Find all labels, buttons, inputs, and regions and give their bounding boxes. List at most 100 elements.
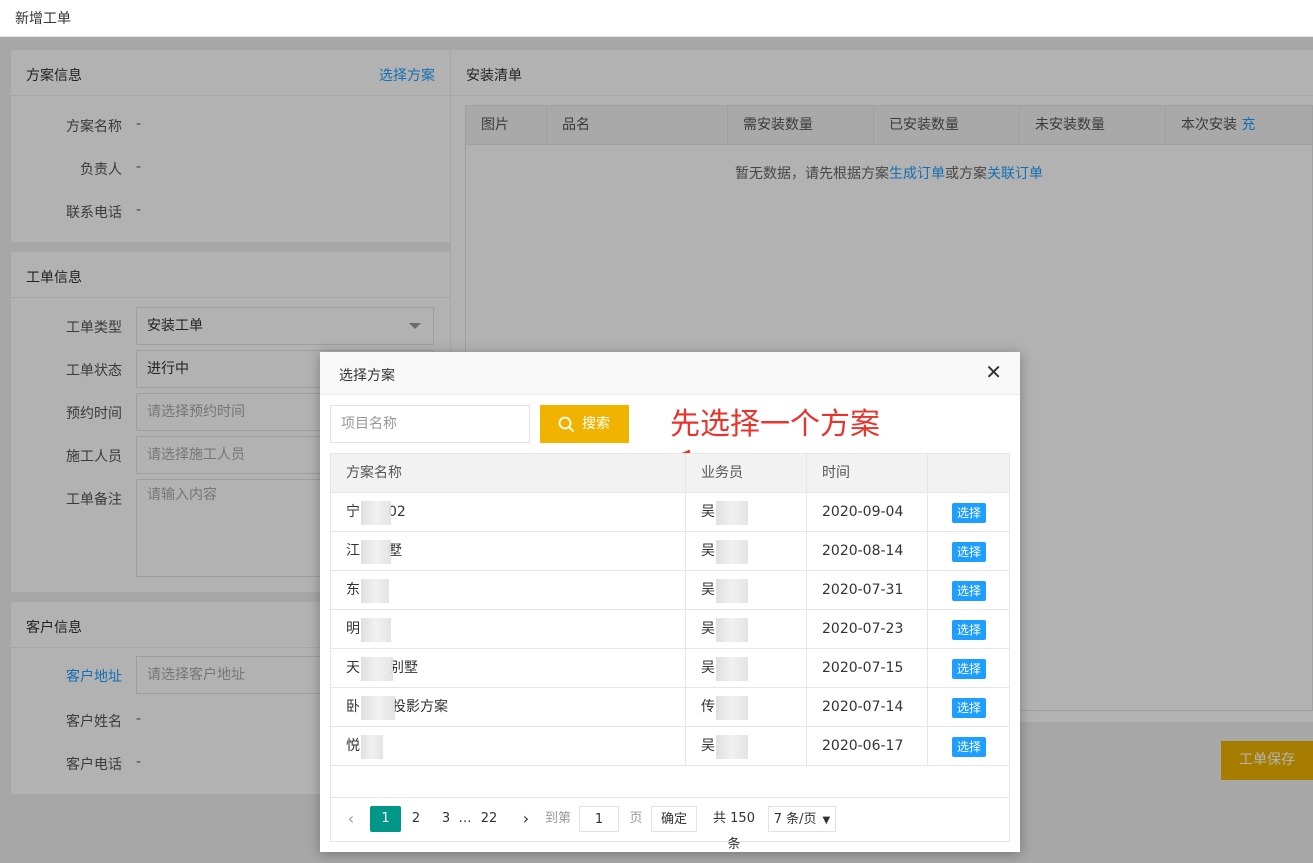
table-filler	[330, 766, 1010, 798]
redaction-blur	[361, 735, 383, 759]
action-cell: 选择	[928, 571, 1009, 609]
plan-name-start: 东	[346, 582, 360, 598]
plan-name-start: 宁	[346, 504, 360, 520]
table-row: 悦 吴 2020-06-17 选择	[330, 727, 1010, 766]
per-page-select[interactable]: 7 条/页 ▼	[768, 806, 836, 832]
plan-name-start: 江	[346, 543, 360, 559]
select-plan-button[interactable]: 选择	[952, 620, 986, 640]
action-cell: 选择	[928, 532, 1009, 570]
redaction-blur	[716, 579, 748, 603]
goto-page-input[interactable]: 1	[579, 806, 619, 832]
salesperson-name: 吴	[701, 738, 715, 754]
redaction-blur	[361, 696, 395, 720]
select-plan-button[interactable]: 选择	[952, 503, 986, 523]
salesperson-name: 传	[701, 699, 715, 715]
redaction-blur	[361, 618, 391, 642]
salesperson-name: 吴	[701, 621, 715, 637]
salesperson-name: 吴	[701, 504, 715, 520]
col-time: 时间	[807, 454, 928, 493]
salesperson-cell: 吴	[686, 649, 807, 687]
plan-name-start: 明	[346, 621, 360, 637]
time-cell: 2020-07-15	[807, 649, 928, 687]
project-name-search-input[interactable]: 项目名称	[330, 405, 530, 443]
salesperson-cell: 吴	[686, 532, 807, 570]
col-action	[928, 454, 1009, 493]
goto-suffix: 页	[629, 811, 643, 826]
salesperson-name: 吴	[701, 543, 715, 559]
time-cell: 2020-06-17	[807, 727, 928, 765]
redaction-blur	[716, 735, 748, 759]
per-page-value: 7 条/页	[773, 812, 817, 827]
table-row: 明 吴 2020-07-23 选择	[330, 610, 1010, 649]
next-page-icon[interactable]: ›	[516, 806, 536, 832]
action-cell: 选择	[928, 688, 1009, 726]
redaction-blur	[361, 579, 389, 603]
plan-name-start: 悦	[346, 738, 360, 754]
table-row: 江墅吴 2020-08-14 选择	[330, 532, 1010, 571]
time-cell: 2020-07-31	[807, 571, 928, 609]
select-plan-button[interactable]: 选择	[952, 737, 986, 757]
redaction-blur	[716, 540, 748, 564]
plan-name-cell: 卧 投影方案	[331, 688, 686, 726]
page-1[interactable]: 1	[370, 806, 401, 832]
pagination: ‹ 1 2 3 … 22 › 到第 1 页 确定 共 150 条 7 条/页 ▼	[330, 797, 1010, 852]
page-3[interactable]: 3	[436, 806, 456, 832]
page-2[interactable]: 2	[406, 806, 426, 832]
annotation-text: 先选择一个方案	[670, 407, 880, 442]
time-cell: 2020-09-04	[807, 493, 928, 531]
search-icon	[558, 416, 575, 433]
redaction-blur	[361, 540, 391, 564]
plan-name-end: 投影方案	[392, 699, 448, 715]
search-button[interactable]: 搜索	[540, 405, 629, 443]
action-cell: 选择	[928, 649, 1009, 687]
col-plan-name: 方案名称	[331, 454, 686, 493]
plan-name-start: 卧	[346, 699, 360, 715]
modal-title: 选择方案	[339, 368, 395, 384]
table-row: 天 别墅 吴 2020-07-15 选择	[330, 649, 1010, 688]
redaction-blur	[716, 501, 748, 525]
redaction-blur	[716, 696, 748, 720]
select-plan-button[interactable]: 选择	[952, 542, 986, 562]
plan-name-end: 别墅	[390, 660, 418, 676]
select-plan-modal: 选择方案 ✕ 项目名称 搜索 先选择一个方案 方案名称 业务员 时间 宁 02 吴 2…	[320, 352, 1020, 852]
plan-name-cell: 东	[331, 571, 686, 609]
plan-name-cell: 明	[331, 610, 686, 648]
chevron-down-icon: ▼	[822, 815, 831, 826]
total-count: 共 150 条	[713, 811, 755, 852]
salesperson-cell: 吴	[686, 610, 807, 648]
plan-name-cell: 宁 02	[331, 493, 686, 531]
redaction-blur	[716, 618, 748, 642]
table-row: 卧 投影方案 传 2020-07-14 选择	[330, 688, 1010, 727]
goto-confirm-button[interactable]: 确定	[651, 806, 697, 832]
select-plan-button[interactable]: 选择	[952, 659, 986, 679]
plan-name-start: 天	[346, 660, 360, 676]
page-22[interactable]: 22	[477, 806, 501, 832]
salesperson-name: 吴	[701, 660, 715, 676]
select-plan-button[interactable]: 选择	[952, 581, 986, 601]
redaction-blur	[716, 657, 748, 681]
salesperson-cell: 吴	[686, 493, 807, 531]
time-cell: 2020-07-23	[807, 610, 928, 648]
select-plan-button[interactable]: 选择	[952, 698, 986, 718]
top-bar: 新增工单	[0, 0, 1313, 37]
redaction-blur	[361, 657, 393, 681]
salesperson-cell: 传	[686, 688, 807, 726]
page-ellipsis: …	[458, 811, 472, 826]
table-row: 宁 02 吴 2020-09-04 选择	[330, 493, 1010, 532]
action-cell: 选择	[928, 493, 1009, 531]
salesperson-cell: 吴	[686, 727, 807, 765]
salesperson-name: 吴	[701, 582, 715, 598]
redaction-blur	[361, 501, 391, 525]
table-row: 东 吴 2020-07-31 选择	[330, 571, 1010, 610]
prev-page-icon[interactable]: ‹	[341, 806, 361, 832]
col-salesperson: 业务员	[686, 454, 807, 493]
plan-table-header: 方案名称 业务员 时间	[330, 453, 1010, 493]
plan-name-cell: 江墅	[331, 532, 686, 570]
page-title: 新增工单	[15, 11, 71, 27]
time-cell: 2020-08-14	[807, 532, 928, 570]
action-cell: 选择	[928, 727, 1009, 765]
plan-name-cell: 悦	[331, 727, 686, 765]
close-icon[interactable]: ✕	[985, 362, 1002, 382]
plan-name-cell: 天 别墅	[331, 649, 686, 687]
time-cell: 2020-07-14	[807, 688, 928, 726]
